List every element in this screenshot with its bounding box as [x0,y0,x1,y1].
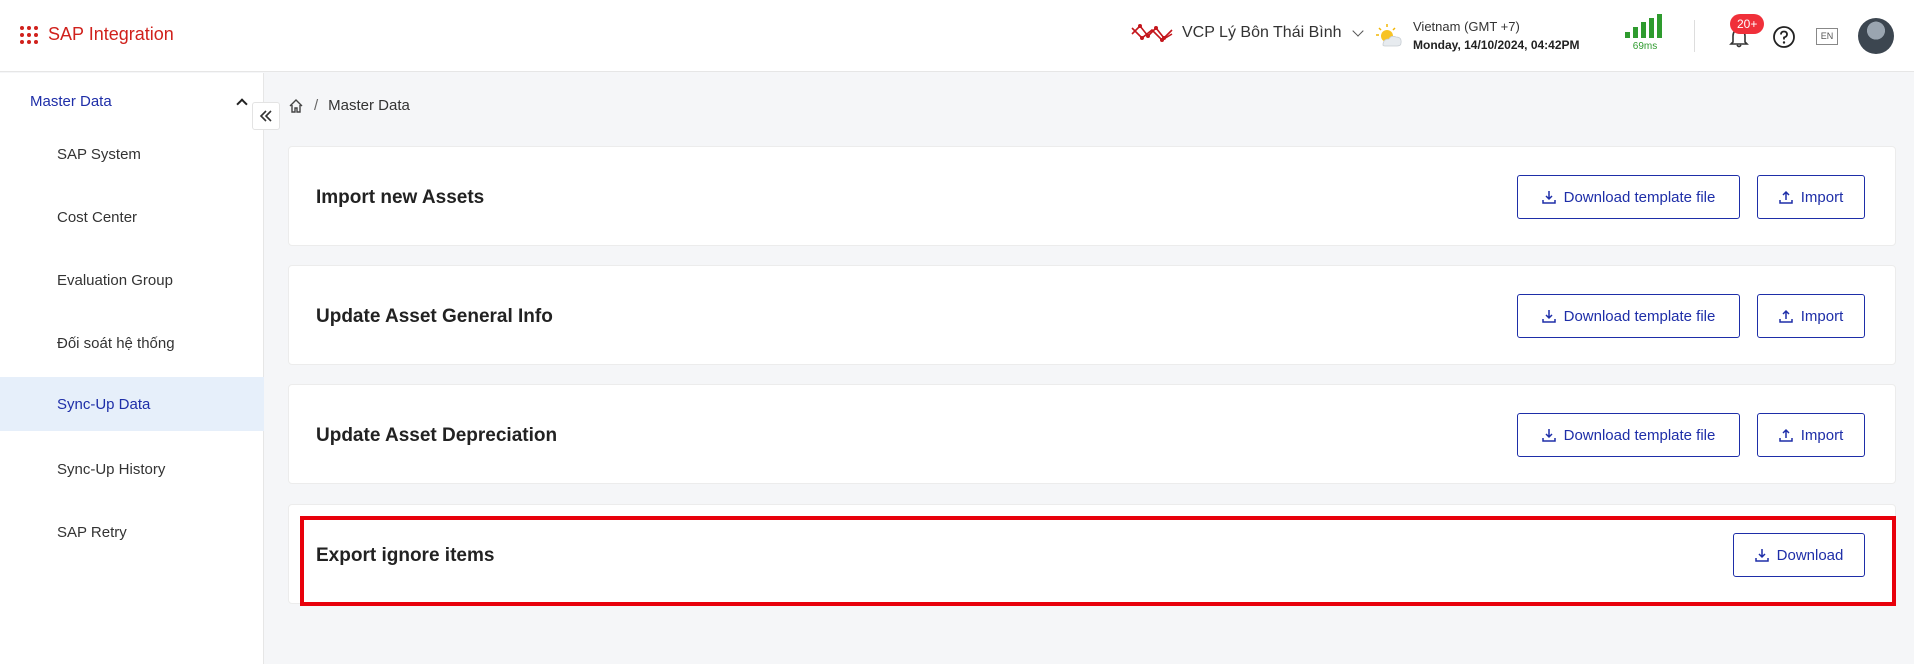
weather-widget: Vietnam (GMT +7) Monday, 14/10/2024, 04:… [1375,18,1580,54]
app-name: SAP Integration [48,24,174,44]
sidebar-item-sap-retry[interactable]: SAP Retry [0,505,264,559]
org-name: VCP Lý Bôn Thái Bình [1182,24,1342,41]
download-template-button[interactable]: Download template file [1517,413,1740,457]
card-import-new-assets: Import new Assets Download template file… [288,146,1896,246]
sidebar-group-title: Master Data [30,93,112,110]
help-icon[interactable] [1772,25,1796,49]
card-title: Update Asset Depreciation [316,425,558,446]
org-logo-icon [1131,24,1173,42]
download-icon [1541,429,1556,442]
sidebar-item-label: Sync-Up Data [57,395,151,413]
button-label: Download template file [1563,188,1716,206]
button-label: Download template file [1563,426,1716,444]
card-title: Export ignore items [316,545,495,566]
sidebar-item-doi-soat-he-thong[interactable]: Đối soát hệ thống [0,316,264,370]
import-button[interactable]: Import [1757,294,1865,338]
sidebar-item-sync-up-history[interactable]: Sync-Up History [0,442,264,496]
card-export-ignore-items: Export ignore items Download [288,504,1896,604]
download-template-button[interactable]: Download template file [1517,294,1740,338]
sidebar-item-evaluation-group[interactable]: Evaluation Group [0,253,264,307]
org-selector[interactable]: VCP Lý Bôn Thái Bình [1130,22,1364,44]
breadcrumb: / Master Data [288,97,410,114]
upload-icon [1778,190,1793,204]
button-label: Download template file [1563,307,1716,325]
timezone-label: Vietnam (GMT +7) [1413,19,1520,34]
download-icon [1541,191,1556,204]
top-header: SAP Integration VCP Lý Bôn Thái Bình Vie… [0,0,1914,72]
button-label: Import [1800,188,1844,206]
latency-label: 69ms [1632,41,1658,52]
sidebar-item-label: SAP Retry [57,523,127,541]
import-button[interactable]: Import [1757,175,1865,219]
signal-bars-icon [1625,14,1665,38]
header-divider [1694,20,1695,52]
breadcrumb-current: Master Data [328,97,410,114]
card-update-asset-general-info: Update Asset General Info Download templ… [288,265,1896,365]
download-icon [1754,549,1769,562]
chevron-up-icon [236,97,248,110]
card-title: Import new Assets [316,187,485,208]
sidebar-item-label: Evaluation Group [57,271,173,289]
datetime-label: Monday, 14/10/2024, 04:42PM [1413,38,1580,52]
upload-icon [1778,428,1793,442]
sidebar-item-label: Sync-Up History [57,460,166,478]
brand[interactable]: SAP Integration [20,24,174,45]
sidebar-item-sap-system[interactable]: SAP System [0,127,264,181]
language-switcher[interactable]: EN [1816,28,1838,45]
download-template-button[interactable]: Download template file [1517,175,1740,219]
upload-icon [1778,309,1793,323]
chevron-down-icon [1351,25,1364,37]
avatar[interactable] [1858,18,1894,54]
notification-badge: 20+ [1730,14,1765,34]
download-button[interactable]: Download [1733,533,1865,577]
sidebar-item-label: Cost Center [57,208,138,226]
sidebar-item-label: Đối soát hệ thống [57,334,175,352]
sidebar-item-sync-up-data[interactable]: Sync-Up Data [0,377,264,431]
button-label: Download [1776,546,1844,564]
sidebar-item-label: SAP System [57,145,141,163]
sidebar-group-master-data[interactable]: Master Data [30,93,250,110]
breadcrumb-separator: / [314,97,319,114]
app-grid-icon[interactable] [20,25,38,44]
button-label: Import [1800,426,1844,444]
sidebar: Master Data SAP System Cost Center Evalu… [0,73,264,664]
double-chevron-left-icon [259,110,272,122]
weather-sun-cloud-icon [1376,24,1402,47]
button-label: Import [1800,307,1844,325]
import-button[interactable]: Import [1757,413,1865,457]
home-icon[interactable] [288,98,304,114]
card-title: Update Asset General Info [316,306,553,327]
download-icon [1541,310,1556,323]
network-signal: 69ms [1625,14,1665,52]
collapse-sidebar-button[interactable] [252,102,280,130]
card-update-asset-depreciation: Update Asset Depreciation Download templ… [288,384,1896,484]
sidebar-item-cost-center[interactable]: Cost Center [0,190,264,244]
